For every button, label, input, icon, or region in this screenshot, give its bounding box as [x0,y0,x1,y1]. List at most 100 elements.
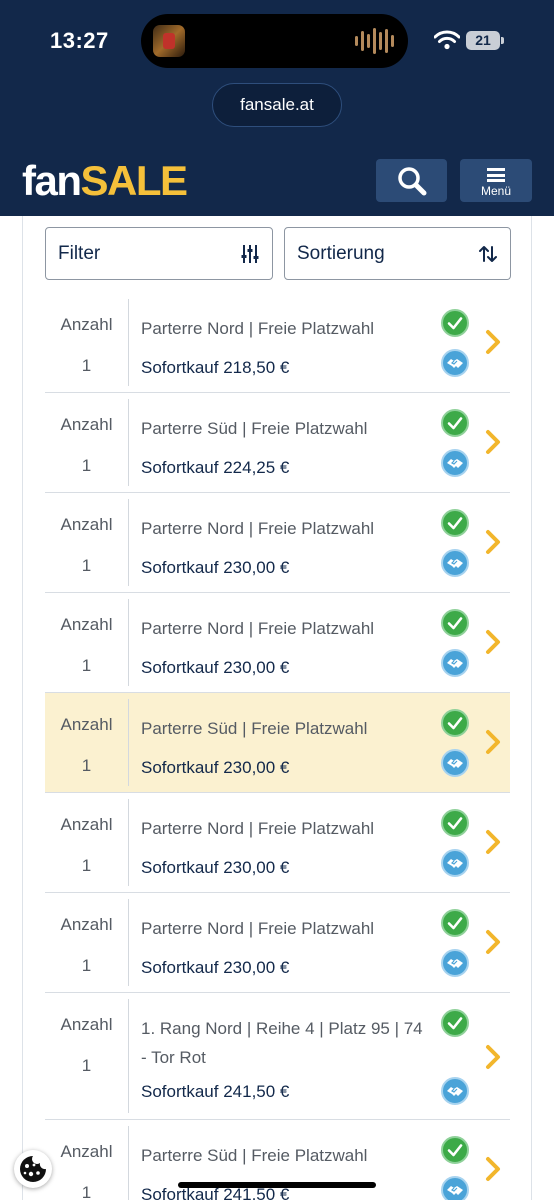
cookie-settings-button[interactable] [14,1150,52,1188]
column-divider [128,1126,129,1200]
chevron-right-icon[interactable] [483,1043,503,1076]
menu-button[interactable]: Menü [460,159,532,202]
sort-label: Sortierung [297,243,385,264]
sliders-icon [240,244,260,269]
chevron-right-icon[interactable] [483,928,503,961]
fair-deal-handshake-icon [441,949,469,977]
quantity-value: 1 [81,356,92,375]
ticket-listing-row[interactable]: Anzahl 1 Parterre Süd | Freie Platzwahl Sof… [45,393,510,493]
buy-now-price: Sofortkauf 241,50 € [141,1082,290,1101]
buy-now-price: Sofortkauf 218,50 € [141,358,290,377]
quantity-value: 1 [81,556,92,575]
ticket-listing-row[interactable]: Anzahl 1 Parterre Nord | Freie Platzwahl So… [45,593,510,693]
verified-check-icon [441,609,469,637]
buy-now-price: Sofortkauf 224,25 € [141,458,290,477]
seat-description: Parterre Nord | Freie Platzwahl [141,819,375,838]
verified-check-icon [441,1009,469,1037]
buy-now-price: Sofortkauf 230,00 € [141,958,290,977]
seat-description: 1. Rang Nord | Reihe 4 | Platz 95 | 74 -… [141,1019,423,1067]
verified-check-icon [441,509,469,537]
fair-deal-handshake-icon [441,749,469,777]
quantity-label: Anzahl [60,815,113,834]
column-divider [128,499,129,586]
chevron-right-icon[interactable] [483,628,503,661]
filter-label: Filter [58,243,101,264]
ticket-listing-row[interactable]: Anzahl 1 Parterre Süd | Freie Platzwahl Sof… [45,693,510,793]
column-divider [128,999,129,1113]
seat-description: Parterre Nord | Freie Platzwahl [141,319,375,338]
verified-check-icon [441,409,469,437]
column-divider [128,599,129,686]
fair-deal-handshake-icon [441,349,469,377]
ticket-listing-row[interactable]: Anzahl 1 Parterre Süd | Freie Platzwahl Sof… [45,1120,510,1200]
seat-description: Parterre Süd | Freie Platzwahl [141,1146,368,1165]
buy-now-price: Sofortkauf 230,00 € [141,658,290,677]
logo-text-sale: SALE [80,157,189,204]
verified-check-icon [441,809,469,837]
quantity-value: 1 [81,456,92,475]
site-logo[interactable]: fanSALE [22,157,189,205]
chevron-right-icon[interactable] [483,428,503,461]
column-divider [128,699,129,786]
fair-deal-handshake-icon [441,1176,469,1200]
buy-now-price: Sofortkauf 230,00 € [141,858,290,877]
quantity-label: Anzahl [60,415,113,434]
verified-check-icon [441,309,469,337]
column-divider [128,799,129,886]
logo-text-fan: fan [22,157,82,204]
sort-button[interactable]: Sortierung [284,227,511,280]
dynamic-island [141,14,408,68]
buy-now-price: Sofortkauf 230,00 € [141,558,290,577]
quantity-value: 1 [81,756,92,775]
chevron-right-icon[interactable] [483,828,503,861]
audio-waveform-icon [355,27,394,55]
quantity-value: 1 [81,656,92,675]
fair-deal-handshake-icon [441,649,469,677]
cookie-icon [20,1156,46,1182]
column-divider [128,299,129,386]
fair-deal-handshake-icon [441,849,469,877]
seat-description: Parterre Süd | Freie Platzwahl [141,719,368,738]
verified-check-icon [441,1136,469,1164]
quantity-label: Anzahl [60,615,113,634]
buy-now-price: Sofortkauf 230,00 € [141,758,290,777]
battery-indicator: 21 [466,31,504,50]
fair-deal-handshake-icon [441,449,469,477]
ticket-listing-row[interactable]: Anzahl 1 Parterre Nord | Freie Platzwahl So… [45,493,510,593]
chevron-right-icon[interactable] [483,728,503,761]
seat-description: Parterre Nord | Freie Platzwahl [141,519,375,538]
column-divider [128,899,129,986]
verified-check-icon [441,909,469,937]
url-bar[interactable]: fansale.at [212,83,342,127]
quantity-value: 1 [81,956,92,975]
quantity-label: Anzahl [60,515,113,534]
verified-check-icon [441,709,469,737]
seat-description: Parterre Nord | Freie Platzwahl [141,619,375,638]
quantity-label: Anzahl [60,315,113,334]
quantity-label: Anzahl [60,915,113,934]
filter-button[interactable]: Filter [45,227,273,280]
now-playing-artwork [153,25,185,57]
home-indicator [178,1182,376,1188]
quantity-value: 1 [81,1183,92,1200]
status-time: 13:27 [50,28,109,53]
chevron-right-icon[interactable] [483,328,503,361]
ticket-listing-row[interactable]: Anzahl 1 Parterre Nord | Freie Platzwahl So… [45,893,510,993]
quantity-value: 1 [81,856,92,875]
column-divider [128,399,129,486]
search-button[interactable] [376,159,447,202]
sort-arrows-icon [478,244,498,269]
ticket-listing-row[interactable]: Anzahl 1 Parterre Nord | Freie Platzwahl So… [45,793,510,893]
chevron-right-icon[interactable] [483,528,503,561]
ticket-listing-row[interactable]: Anzahl 1 Parterre Nord | Freie Platzwahl So… [45,293,510,393]
quantity-label: Anzahl [60,715,113,734]
site-header: 13:27 21 fansale.at fanSALE Menü [0,0,554,216]
wifi-icon [433,30,461,55]
ticket-listing-row[interactable]: Anzahl 1 1. Rang Nord | Reihe 4 | Platz 95… [45,993,510,1120]
fair-deal-handshake-icon [441,549,469,577]
search-icon [397,166,426,195]
hamburger-icon [487,168,505,182]
menu-label: Menü [480,184,512,198]
seat-description: Parterre Nord | Freie Platzwahl [141,919,375,938]
chevron-right-icon[interactable] [483,1155,503,1188]
